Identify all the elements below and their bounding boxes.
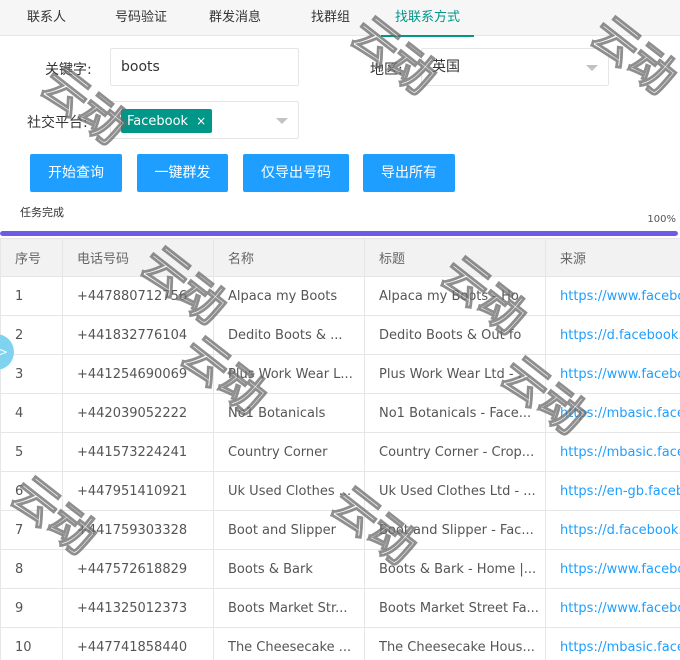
platform-chip: Facebook × <box>121 109 213 133</box>
export-all-button[interactable]: 导出所有 <box>363 154 455 192</box>
platform-select[interactable]: Facebook × <box>110 101 299 139</box>
cell-index: 6 <box>0 471 63 511</box>
table-row[interactable]: 2 +441832776104 Dedito Boots & ... Dedito B… <box>0 315 680 355</box>
cell-phone: +441832776104 <box>62 315 214 355</box>
cell-index: 10 <box>0 627 63 660</box>
cell-index: 4 <box>0 393 63 433</box>
table-row[interactable]: 5 +441573224241 Country Corner Country Corn… <box>0 432 680 472</box>
cell-name: Alpaca my Boots <box>213 276 365 316</box>
close-icon[interactable]: × <box>196 114 206 128</box>
cell-title: Country Corner - Crop... <box>364 432 546 472</box>
chevron-down-icon <box>276 118 288 124</box>
header-title[interactable]: 标题 <box>364 238 546 277</box>
cell-name: The Cheesecake ... <box>213 627 365 660</box>
keyword-label: 关键字: <box>45 62 92 78</box>
cell-phone: +447880712756 <box>62 276 214 316</box>
cell-title: Boots & Bark - Home |... <box>364 549 546 589</box>
table-row[interactable]: 6 +447951410921 Uk Used Clothes ... Uk Used… <box>0 471 680 511</box>
keyword-input[interactable]: boots <box>110 48 299 86</box>
region-select[interactable]: 英国 <box>421 48 609 86</box>
cell-source-link[interactable]: https://www.facebook. <box>545 588 680 628</box>
cell-title: Plus Work Wear Ltd - ... <box>364 354 546 394</box>
tab-number-verify[interactable]: 号码验证 <box>115 0 167 36</box>
cell-name: No1 Botanicals <box>213 393 365 433</box>
progress-percent: 100% <box>647 214 676 225</box>
chevron-down-icon <box>586 65 598 71</box>
table-row[interactable]: 1 +447880712756 Alpaca my Boots Alpaca my B… <box>0 276 680 316</box>
cell-source-link[interactable]: https://d.facebook.com <box>545 510 680 550</box>
cell-phone: +441759303328 <box>62 510 214 550</box>
cell-phone: +447951410921 <box>62 471 214 511</box>
progress-fill <box>0 231 678 236</box>
region-value: 英国 <box>432 59 460 75</box>
cell-index: 7 <box>0 510 63 550</box>
table-row[interactable]: 4 +442039052222 No1 Botanicals No1 Botanica… <box>0 393 680 433</box>
progress-bar <box>0 231 678 236</box>
header-index[interactable]: 序号 <box>0 238 63 277</box>
table-row[interactable]: 3 +441254690069 Plus Work Wear L... Plus Wo… <box>0 354 680 394</box>
export-phones-button[interactable]: 仅导出号码 <box>243 154 349 192</box>
cell-title: Uk Used Clothes Ltd - ... <box>364 471 546 511</box>
tab-contacts[interactable]: 联系人 <box>27 0 66 36</box>
cell-phone: +447741858440 <box>62 627 214 660</box>
cell-name: Plus Work Wear L... <box>213 354 365 394</box>
cell-title: Dedito Boots & Out fo <box>364 315 546 355</box>
cell-phone: +441325012373 <box>62 588 214 628</box>
cell-source-link[interactable]: https://www.facebook. <box>545 354 680 394</box>
cell-phone: +447572618829 <box>62 549 214 589</box>
cell-name: Uk Used Clothes ... <box>213 471 365 511</box>
table-row[interactable]: 10 +447741858440 The Cheesecake ... The Che… <box>0 627 680 660</box>
platform-chip-label: Facebook <box>127 114 189 129</box>
cell-source-link[interactable]: https://d.facebook.com <box>545 315 680 355</box>
cell-index: 1 <box>0 276 63 316</box>
results-table: 序号 电话号码 名称 标题 来源 1 +447880712756 Alpaca my… <box>0 238 680 660</box>
table-row[interactable]: 7 +441759303328 Boot and Slipper Boot and S… <box>0 510 680 550</box>
cell-source-link[interactable]: https://en-gb.facebook <box>545 471 680 511</box>
cell-title: Boot and Slipper - Fac... <box>364 510 546 550</box>
start-query-button[interactable]: 开始查询 <box>30 154 122 192</box>
cell-source-link[interactable]: https://mbasic.facebook <box>545 627 680 660</box>
header-name[interactable]: 名称 <box>213 238 365 277</box>
cell-name: Boot and Slipper <box>213 510 365 550</box>
tab-find-groups[interactable]: 找群组 <box>311 0 350 36</box>
tab-find-contacts[interactable]: 找联系方式 <box>380 0 475 37</box>
cell-source-link[interactable]: https://www.facebook. <box>545 549 680 589</box>
cell-phone: +442039052222 <box>62 393 214 433</box>
cell-source-link[interactable]: https://www.facebook. <box>545 276 680 316</box>
cell-title: Alpaca my Boots - Ho <box>364 276 546 316</box>
table-row[interactable]: 9 +441325012373 Boots Market Str... Boots M… <box>0 588 680 628</box>
cell-index: 8 <box>0 549 63 589</box>
region-label: 地区: <box>370 62 403 78</box>
bulk-send-button[interactable]: 一键群发 <box>137 154 228 192</box>
cell-phone: +441573224241 <box>62 432 214 472</box>
cell-name: Dedito Boots & ... <box>213 315 365 355</box>
header-source[interactable]: 来源 <box>545 238 680 277</box>
cell-index: 9 <box>0 588 63 628</box>
cell-title: Boots Market Street Fa... <box>364 588 546 628</box>
cell-name: Boots Market Str... <box>213 588 365 628</box>
cell-index: 5 <box>0 432 63 472</box>
cell-source-link[interactable]: https://mbasic.facebook <box>545 432 680 472</box>
tab-bar: 联系人 号码验证 群发消息 找群组 找联系方式 <box>0 0 680 37</box>
cell-name: Country Corner <box>213 432 365 472</box>
platform-label: 社交平台: <box>27 115 88 131</box>
cell-title: No1 Botanicals - Face... <box>364 393 546 433</box>
cell-phone: +441254690069 <box>62 354 214 394</box>
cell-name: Boots & Bark <box>213 549 365 589</box>
tab-bulk-message[interactable]: 群发消息 <box>209 0 261 36</box>
table-row[interactable]: 8 +447572618829 Boots & Bark Boots & Bark -… <box>0 549 680 589</box>
header-phone[interactable]: 电话号码 <box>62 238 214 277</box>
cell-title: The Cheesecake Hous... <box>364 627 546 660</box>
table-header-row: 序号 电话号码 名称 标题 来源 <box>0 238 680 277</box>
task-status: 任务完成 <box>20 206 64 219</box>
cell-source-link[interactable]: https://mbasic.facebook <box>545 393 680 433</box>
